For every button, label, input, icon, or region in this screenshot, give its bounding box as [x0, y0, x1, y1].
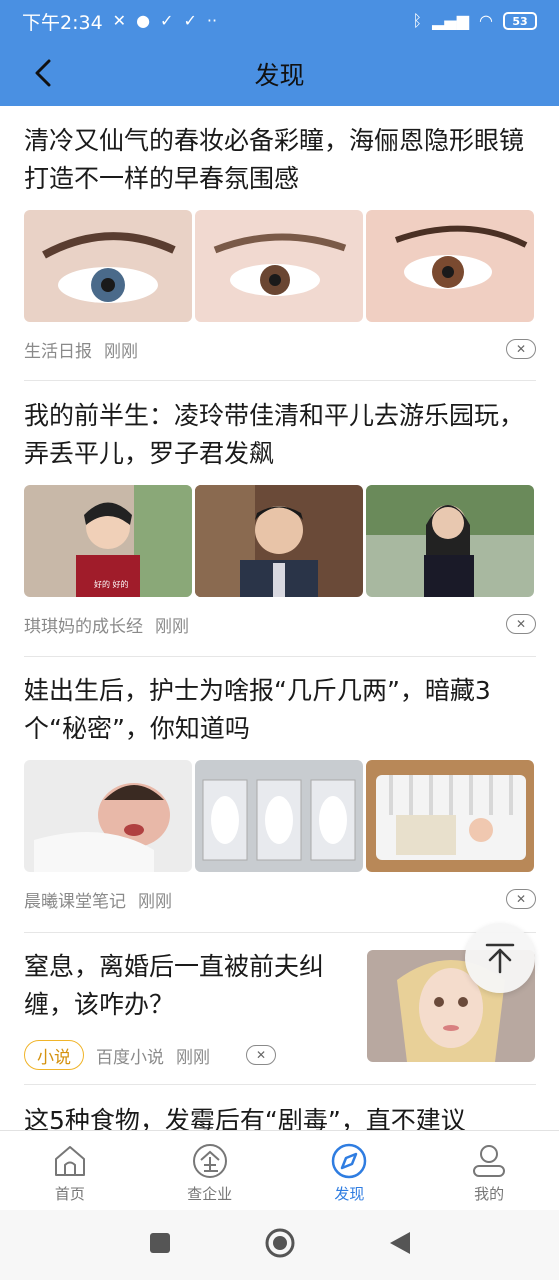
article-time: 刚刚 — [176, 1047, 210, 1068]
article-time: 刚刚 — [104, 341, 138, 362]
page-title: 发现 — [254, 61, 305, 90]
article-source: 琪琪妈的成长经 — [24, 616, 143, 637]
article-image[interactable] — [366, 485, 534, 597]
wifi-icon: ◠ — [479, 11, 493, 30]
status-bar: 下午2:34 ✕ ● ✓ ✓ ·· ᛒ ▂▄▆ ◠ 53 — [0, 0, 559, 42]
nav-bar: 发现 — [0, 42, 559, 106]
square-icon — [149, 1233, 170, 1253]
tab-enterprise[interactable]: 查企业 — [140, 1131, 280, 1210]
back-to-top-button[interactable] — [465, 923, 535, 993]
tab-label: 我的 — [474, 1185, 505, 1203]
article-headline[interactable]: 窒息，离婚后一直被前夫纠缠，该咋办？ — [24, 948, 354, 1024]
profile-icon — [469, 1141, 509, 1181]
dismiss-button[interactable]: ✕ — [506, 339, 536, 359]
chat-icon: ● — [136, 11, 151, 30]
article-thumbnails — [24, 210, 536, 322]
divider — [24, 1084, 536, 1085]
circle-icon — [265, 1228, 294, 1258]
article-image[interactable] — [195, 485, 363, 597]
article-card[interactable]: 我的前半生：凌玲带佳清和平儿去游乐园玩，弄丢平儿，罗子君发飙 好的 好的 琪琪妈… — [24, 397, 536, 637]
mute-icon: ✕ — [112, 11, 127, 30]
check-icon: ✓ — [160, 11, 174, 30]
compass-icon — [329, 1141, 369, 1181]
enterprise-icon — [190, 1141, 230, 1181]
dismiss-button[interactable]: ✕ — [246, 1045, 276, 1065]
more-dots-icon: ·· — [206, 11, 218, 30]
category-tag: 小说 — [24, 1040, 84, 1070]
tab-home[interactable]: 首页 — [0, 1131, 140, 1210]
home-nav-button[interactable] — [264, 1227, 296, 1263]
back-button[interactable] — [26, 56, 60, 90]
status-time: 下午2:34 — [22, 11, 103, 34]
arrow-up-icon — [485, 943, 515, 974]
divider — [24, 932, 536, 933]
chevron-left-icon — [35, 59, 51, 87]
article-card[interactable]: 这5种食物，发霉后有“剧毒”，直不建议 — [24, 1102, 536, 1130]
article-card[interactable]: 窒息，离婚后一直被前夫纠缠，该咋办？ 小说 百度小说 刚刚 ✕ — [24, 948, 354, 1070]
article-image[interactable] — [195, 760, 363, 872]
article-source: 晨曦课堂笔记 — [24, 891, 126, 912]
signal-icon: ▂▄▆ — [432, 11, 470, 30]
article-meta: 生活日报 刚刚 ✕ — [24, 336, 536, 362]
article-source: 百度小说 — [96, 1047, 164, 1068]
close-icon: ✕ — [515, 892, 527, 906]
back-nav-button[interactable] — [388, 1230, 412, 1260]
close-icon: ✕ — [515, 617, 527, 631]
close-icon: ✕ — [515, 342, 527, 356]
article-headline[interactable]: 这5种食物，发霉后有“剧毒”，直不建议 — [24, 1102, 536, 1130]
article-headline[interactable]: 娃出生后，护士为啥报“几斤几两”，暗藏3个“秘密”，你知道吗 — [24, 672, 536, 748]
recents-button[interactable] — [148, 1231, 172, 1259]
tab-label: 首页 — [54, 1185, 85, 1203]
tab-label: 查企业 — [187, 1185, 233, 1203]
triangle-back-icon — [389, 1232, 410, 1254]
dismiss-button[interactable]: ✕ — [506, 614, 536, 634]
article-headline[interactable]: 清冷又仙气的春妆必备彩瞳，海俪恩隐形眼镜打造不一样的早春氛围感 — [24, 122, 536, 198]
article-source: 生活日报 — [24, 341, 92, 362]
article-time: 刚刚 — [155, 616, 189, 637]
article-meta: 琪琪妈的成长经 刚刚 ✕ — [24, 611, 536, 637]
home-icon — [50, 1141, 90, 1181]
article-image[interactable] — [366, 210, 534, 322]
article-card[interactable]: 清冷又仙气的春妆必备彩瞳，海俪恩隐形眼镜打造不一样的早春氛围感 生活日报 刚刚 … — [24, 122, 536, 362]
tab-profile[interactable]: 我的 — [419, 1131, 559, 1210]
article-meta: 晨曦课堂笔记 刚刚 ✕ — [24, 886, 536, 912]
image-caption: 好的 好的 — [94, 579, 129, 589]
article-meta: 小说 百度小说 刚刚 ✕ — [24, 1040, 354, 1070]
article-image[interactable] — [195, 210, 363, 322]
article-time: 刚刚 — [138, 891, 172, 912]
tab-label: 发现 — [334, 1185, 365, 1203]
app-header: 下午2:34 ✕ ● ✓ ✓ ·· ᛒ ▂▄▆ ◠ 53 发现 — [0, 0, 559, 106]
article-image[interactable] — [366, 760, 534, 872]
divider — [24, 656, 536, 657]
close-icon: ✕ — [255, 1048, 267, 1062]
article-card[interactable]: 娃出生后，护士为啥报“几斤几两”，暗藏3个“秘密”，你知道吗 晨曦课堂笔记 刚刚… — [24, 672, 536, 912]
dismiss-button[interactable]: ✕ — [506, 889, 536, 909]
article-headline[interactable]: 我的前半生：凌玲带佳清和平儿去游乐园玩，弄丢平儿，罗子君发飙 — [24, 397, 536, 473]
article-image[interactable]: 好的 好的 — [24, 485, 192, 597]
article-image[interactable] — [24, 760, 192, 872]
article-image[interactable] — [24, 210, 192, 322]
article-thumbnails — [24, 760, 536, 872]
article-thumbnails: 好的 好的 — [24, 485, 536, 597]
system-nav-bar — [0, 1210, 559, 1280]
bottom-tab-bar: 首页 查企业 发现 我的 — [0, 1130, 559, 1210]
bluetooth-icon: ᛒ — [412, 11, 423, 30]
battery-icon: 53 — [503, 12, 537, 30]
divider — [24, 380, 536, 381]
tab-discover[interactable]: 发现 — [280, 1131, 420, 1210]
check-icon: ✓ — [183, 11, 197, 30]
